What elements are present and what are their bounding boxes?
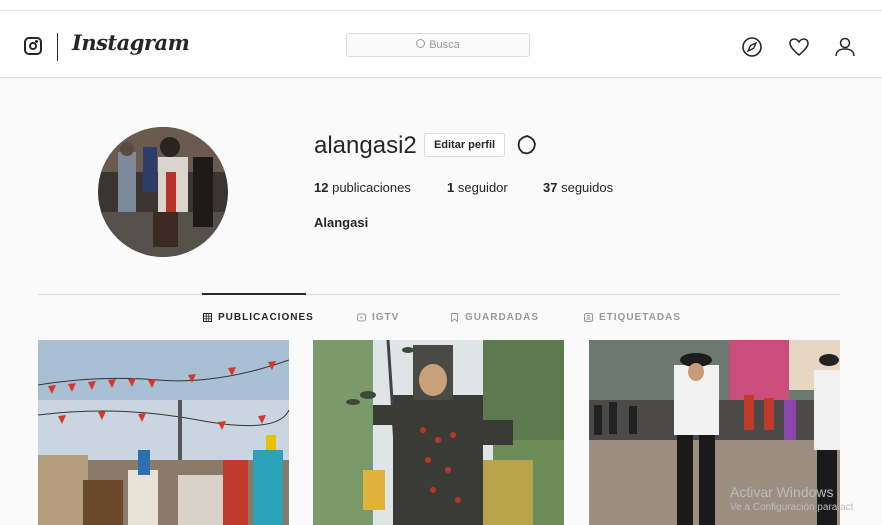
watermark-line-1: Activar Windows	[730, 484, 834, 500]
tab-label: GUARDADAS	[465, 312, 539, 323]
grid-icon	[203, 313, 212, 322]
tab-publicaciones[interactable]: PUBLICACIONES	[203, 312, 314, 323]
search-input[interactable]: Busca	[346, 33, 530, 57]
windows-activation-watermark: Activar Windows Ve a Configuración para …	[730, 484, 853, 513]
tab-label: ETIQUETADAS	[599, 312, 681, 323]
instagram-wordmark[interactable]: Instagram	[72, 30, 190, 55]
following-label: seguidos	[561, 180, 614, 195]
post-thumbnail[interactable]	[313, 340, 564, 525]
following-count: 37	[543, 180, 558, 195]
active-tab-indicator	[202, 293, 306, 295]
explore-compass-icon[interactable]	[740, 35, 764, 59]
tabs-divider	[38, 294, 840, 295]
posts-count: 12	[314, 180, 329, 195]
tab-etiquetadas[interactable]: ETIQUETADAS	[584, 312, 681, 323]
tab-guardadas[interactable]: GUARDADAS	[450, 312, 539, 323]
post-thumbnail[interactable]	[38, 340, 289, 525]
posts-count-stat: 12 publicaciones	[314, 180, 411, 195]
instagram-camera-icon[interactable]	[24, 37, 42, 55]
followers-stat[interactable]: 1 seguidor	[447, 180, 508, 195]
logo-separator	[57, 33, 58, 61]
tab-igtv[interactable]: IGTV	[357, 312, 399, 323]
activity-heart-icon[interactable]	[787, 35, 811, 59]
posts-label: publicaciones	[332, 180, 411, 195]
profile-full-name: Alangasi	[314, 215, 369, 230]
profile-user-icon[interactable]	[833, 35, 857, 59]
browser-top-strip	[0, 0, 882, 11]
igtv-icon	[357, 313, 366, 322]
following-stat[interactable]: 37 seguidos	[543, 180, 613, 195]
watermark-line-2: Ve a Configuración para act	[730, 502, 854, 513]
bookmark-icon	[451, 313, 458, 322]
followers-count: 1	[447, 180, 455, 195]
edit-profile-button[interactable]: Editar perfil	[424, 133, 505, 157]
tab-label: PUBLICACIONES	[218, 312, 314, 323]
followers-label: seguidor	[457, 180, 508, 195]
top-navbar: Instagram Busca	[0, 11, 882, 78]
settings-gear-icon[interactable]	[515, 133, 539, 157]
profile-avatar[interactable]	[98, 127, 228, 257]
search-placeholder: Busca	[429, 39, 460, 51]
tab-label: IGTV	[372, 312, 400, 323]
tagged-icon	[584, 313, 593, 322]
profile-username: alangasi2	[314, 132, 417, 159]
search-icon	[416, 39, 426, 48]
